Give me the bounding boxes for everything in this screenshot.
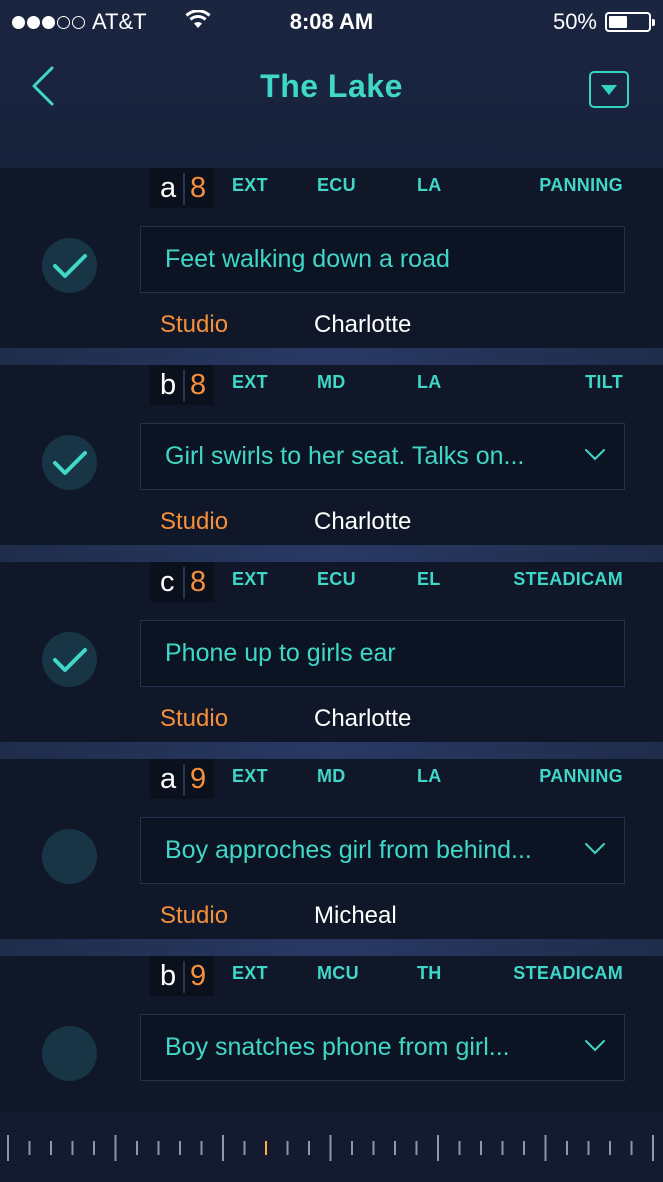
- row-divider: [0, 939, 663, 956]
- timeline-scrubber[interactable]: [0, 1113, 663, 1182]
- completion-toggle[interactable]: [42, 829, 97, 884]
- camera-movement: STEADICAM: [513, 569, 623, 589]
- shot-description-text: Boy approches girl from behind...: [165, 836, 532, 864]
- shot-description[interactable]: Feet walking down a road: [140, 226, 625, 293]
- shot-description[interactable]: Phone up to girls ear: [140, 620, 625, 687]
- row-divider: [0, 545, 663, 562]
- chevron-down-icon[interactable]: [584, 842, 606, 856]
- shot-character: Micheal: [314, 902, 397, 929]
- battery-icon: [605, 12, 655, 32]
- scene-number: 8: [190, 369, 207, 401]
- battery-status: 50%: [552, 9, 655, 35]
- shot-set: Studio: [160, 311, 229, 338]
- scene-number: 9: [190, 763, 207, 795]
- camera-angle: LA: [417, 766, 442, 786]
- shot-size: ECU: [317, 175, 356, 195]
- scene-number: 8: [190, 566, 207, 598]
- row-divider: [0, 348, 663, 365]
- camera-movement: STEADICAM: [513, 963, 623, 983]
- chevron-down-icon[interactable]: [584, 448, 606, 462]
- location-type: EXT: [232, 175, 268, 195]
- dropdown-menu-button[interactable]: [589, 71, 629, 108]
- camera-angle: LA: [417, 372, 442, 392]
- shot-description[interactable]: Boy snatches phone from girl...: [140, 1014, 625, 1081]
- scene-number: 9: [190, 960, 207, 992]
- shot-row[interactable]: b 9 EXT MCU TH STEADICAM Boy snatches ph…: [0, 956, 663, 1136]
- shot-description-text: Boy snatches phone from girl...: [165, 1033, 510, 1061]
- caret-down-icon: [601, 85, 617, 95]
- completion-toggle[interactable]: [42, 238, 97, 293]
- shot-set: Studio: [160, 902, 229, 929]
- shot-description[interactable]: Girl swirls to her seat. Talks on...: [140, 423, 625, 490]
- shot-row[interactable]: b 8 EXT MD LA TILT Girl swirls to her se…: [0, 365, 663, 545]
- shot-description[interactable]: Boy approches girl from behind...: [140, 817, 625, 884]
- shot-description-text: Feet walking down a road: [165, 245, 450, 273]
- shot-row[interactable]: a 8 EXT ECU LA PANNING Feet walking down…: [0, 168, 663, 348]
- camera-movement: TILT: [585, 372, 623, 392]
- camera-movement: PANNING: [539, 175, 623, 195]
- camera-movement: PANNING: [539, 766, 623, 786]
- checkmark-icon: [53, 648, 87, 672]
- shot-tag-divider: [183, 370, 185, 402]
- chevron-down-icon[interactable]: [584, 1039, 606, 1053]
- scene-number: 8: [190, 172, 207, 204]
- shot-set: Studio: [160, 705, 229, 732]
- shot-tag-divider: [183, 567, 185, 599]
- completion-toggle[interactable]: [42, 435, 97, 490]
- shot-character: Charlotte: [314, 311, 412, 338]
- shot-row[interactable]: a 9 EXT MD LA PANNING Boy approches girl…: [0, 759, 663, 939]
- shot-letter: a: [160, 172, 177, 204]
- shot-size: MD: [317, 372, 346, 392]
- page-title: The Lake: [260, 68, 403, 104]
- shot-row[interactable]: c 8 EXT ECU EL STEADICAM Phone up to gir…: [0, 562, 663, 742]
- navigation-bar: The Lake: [0, 50, 663, 130]
- shot-size: ECU: [317, 569, 356, 589]
- shot-tag-divider: [183, 173, 185, 205]
- shot-tag-divider: [183, 961, 185, 993]
- checkmark-icon: [53, 254, 87, 278]
- shot-tag-divider: [183, 764, 185, 796]
- location-type: EXT: [232, 963, 268, 983]
- shot-description-text: Phone up to girls ear: [165, 639, 396, 667]
- battery-percent: 50%: [552, 9, 597, 34]
- camera-angle: LA: [417, 175, 442, 195]
- camera-angle: TH: [417, 963, 442, 983]
- location-type: EXT: [232, 569, 268, 589]
- row-divider: [0, 742, 663, 759]
- shot-letter: b: [160, 960, 177, 992]
- shot-letter: c: [160, 566, 175, 598]
- status-bar: AT&T 8:08 AM 50%: [0, 0, 663, 42]
- completion-toggle[interactable]: [42, 1026, 97, 1081]
- shot-description-text: Girl swirls to her seat. Talks on...: [165, 442, 525, 470]
- shot-letter: b: [160, 369, 177, 401]
- shot-character: Charlotte: [314, 508, 412, 535]
- completion-toggle[interactable]: [42, 632, 97, 687]
- shot-size: MCU: [317, 963, 359, 983]
- location-type: EXT: [232, 766, 268, 786]
- location-type: EXT: [232, 372, 268, 392]
- camera-angle: EL: [417, 569, 441, 589]
- shot-set: Studio: [160, 508, 229, 535]
- timeline-ticks[interactable]: [6, 1135, 663, 1165]
- shot-size: MD: [317, 766, 346, 786]
- shot-character: Charlotte: [314, 705, 412, 732]
- shot-letter: a: [160, 763, 177, 795]
- checkmark-icon: [53, 451, 87, 475]
